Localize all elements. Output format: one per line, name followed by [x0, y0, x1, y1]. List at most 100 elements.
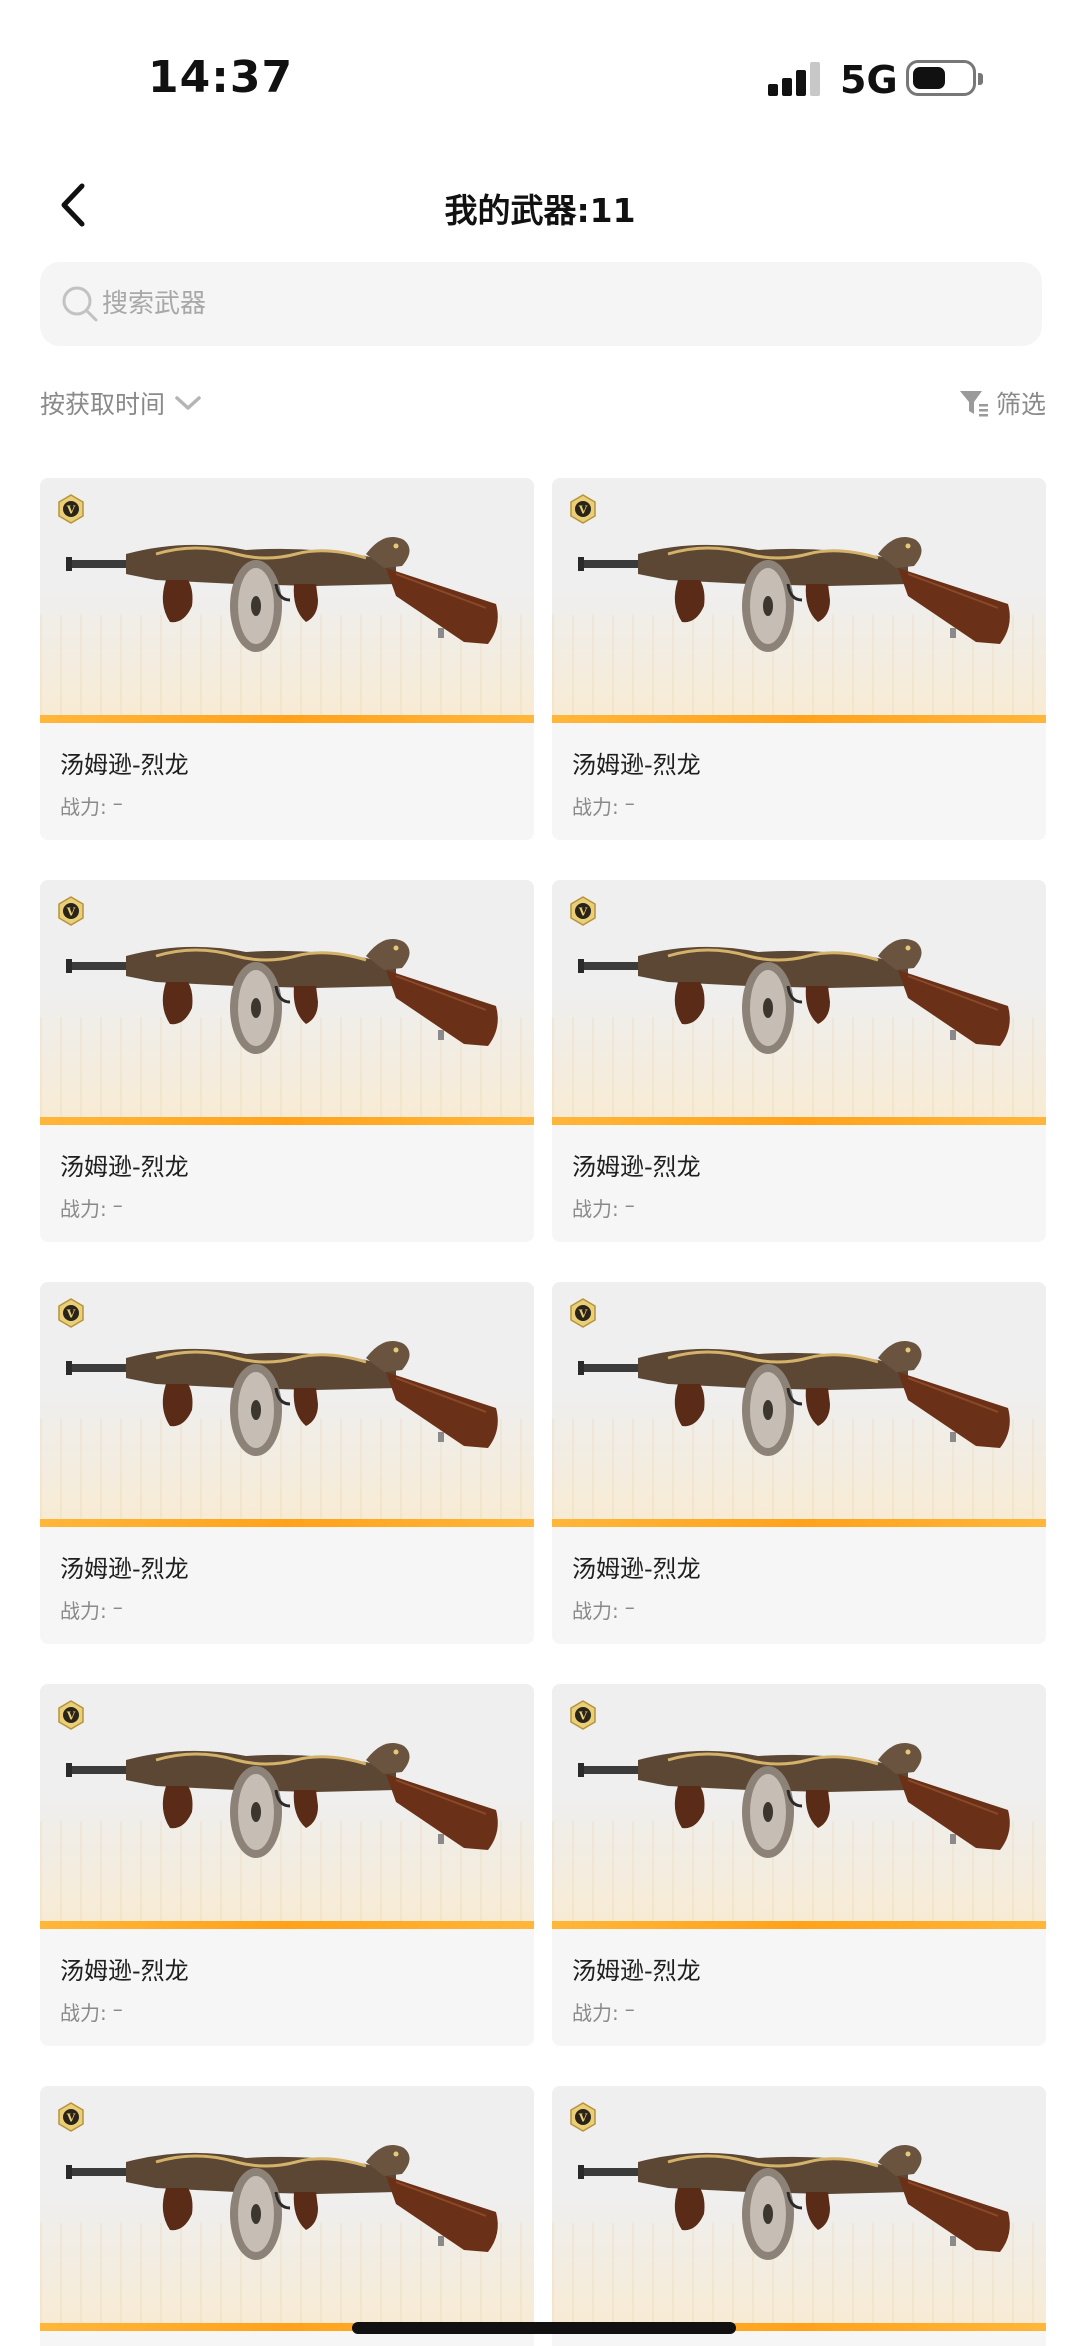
svg-text:V: V [66, 2112, 76, 2125]
power-label: 战力: [572, 2001, 619, 2025]
power-value: – [624, 791, 635, 815]
power-label: 战力: [60, 1599, 107, 1623]
svg-text:V: V [578, 504, 588, 517]
filter-label: 筛选 [995, 390, 1046, 419]
weapon-gun-image [578, 2145, 1010, 2260]
svg-text:V: V [578, 2112, 588, 2125]
weapon-gun-image [66, 2145, 498, 2260]
sort-button[interactable]: 按获取时间 [40, 383, 203, 423]
power-label: 战力: [60, 795, 107, 819]
weapon-card[interactable]: V [552, 880, 1046, 1242]
weapon-gun-image [66, 1341, 498, 1456]
page-title: 我的武器:11 [444, 191, 636, 230]
rarity-bar [552, 1921, 1046, 1929]
weapon-image: V [40, 1684, 534, 1929]
home-indicator [352, 2322, 736, 2334]
vip-badge-icon: V [570, 494, 596, 524]
weapon-card[interactable]: V [40, 478, 534, 840]
weapon-power: 战力: – [60, 1997, 123, 2026]
svg-text:V: V [578, 1308, 588, 1321]
vip-badge-icon: V [570, 2102, 596, 2132]
weapon-name: 汤姆逊-烈龙 [572, 1555, 701, 1583]
weapon-image: V [40, 880, 534, 1125]
power-label: 战力: [60, 2001, 107, 2025]
weapon-image: V [40, 2086, 534, 2331]
filter-button[interactable]: 筛选 [958, 383, 1046, 423]
svg-text:V: V [578, 1710, 588, 1723]
vip-badge-icon: V [58, 1298, 84, 1328]
weapon-card[interactable]: V [552, 478, 1046, 840]
weapon-gun-image [578, 939, 1010, 1054]
weapon-gun-image [66, 1743, 498, 1858]
status-bar: 14:37 5G [0, 0, 1080, 150]
weapon-power: 战力: – [60, 1595, 123, 1624]
weapon-power: 战力: – [60, 791, 123, 820]
vip-badge-icon: V [58, 2102, 84, 2132]
power-value: – [112, 1193, 123, 1217]
rarity-bar [40, 715, 534, 723]
chevron-down-icon [175, 396, 201, 410]
search-input[interactable] [102, 282, 1002, 326]
svg-text:V: V [66, 504, 76, 517]
weapon-card[interactable]: V [552, 2086, 1046, 2346]
power-label: 战力: [60, 1197, 107, 1221]
weapon-image: V [552, 880, 1046, 1125]
power-value: – [112, 791, 123, 815]
svg-text:V: V [66, 906, 76, 919]
weapon-grid: V 汤姆逊-烈龙 战力: – V 汤姆逊-烈龙 战力: – V 汤姆逊-烈龙 战… [40, 478, 1046, 2346]
weapon-card[interactable]: V [40, 1282, 534, 1644]
weapon-card[interactable]: V [552, 1282, 1046, 1644]
power-label: 战力: [572, 795, 619, 819]
battery-icon [906, 60, 983, 96]
rarity-bar [552, 715, 1046, 723]
weapon-image: V [552, 2086, 1046, 2331]
power-value: – [624, 1595, 635, 1619]
weapon-card[interactable]: V [40, 2086, 534, 2346]
weapon-power: 战力: – [572, 1193, 635, 1222]
weapon-power: 战力: – [572, 1997, 635, 2026]
weapon-gun-image [578, 537, 1010, 652]
weapon-gun-image [578, 1341, 1010, 1456]
weapon-image: V [40, 1282, 534, 1527]
rarity-bar [552, 1519, 1046, 1527]
weapon-card[interactable]: V [552, 1684, 1046, 2046]
weapon-gun-image [66, 939, 498, 1054]
vip-badge-icon: V [570, 1298, 596, 1328]
vip-badge-icon: V [570, 896, 596, 926]
search-icon [62, 286, 98, 322]
weapon-image: V [552, 1684, 1046, 1929]
svg-text:V: V [66, 1308, 76, 1321]
weapon-power: 战力: – [572, 1595, 635, 1624]
signal-icon [768, 62, 820, 96]
rarity-bar [40, 1921, 534, 1929]
weapon-image: V [552, 1282, 1046, 1527]
weapon-card[interactable]: V [40, 1684, 534, 2046]
weapon-name: 汤姆逊-烈龙 [60, 1957, 189, 1985]
weapon-gun-image [66, 537, 498, 652]
power-value: – [624, 1193, 635, 1217]
search-box[interactable] [40, 262, 1042, 346]
rarity-bar [552, 1117, 1046, 1125]
rarity-bar [40, 1519, 534, 1527]
rarity-bar [40, 1117, 534, 1125]
weapon-name: 汤姆逊-烈龙 [60, 1153, 189, 1181]
power-value: – [624, 1997, 635, 2021]
weapons-screen: 14:37 5G 我的武器:11 按获取时间 [0, 0, 1080, 2346]
power-label: 战力: [572, 1197, 619, 1221]
weapon-name: 汤姆逊-烈龙 [60, 1555, 189, 1583]
vip-badge-icon: V [58, 494, 84, 524]
power-label: 战力: [572, 1599, 619, 1623]
weapon-power: 战力: – [572, 791, 635, 820]
power-value: – [112, 1997, 123, 2021]
sort-label: 按获取时间 [40, 390, 166, 419]
vip-badge-icon: V [58, 1700, 84, 1730]
vip-badge-icon: V [570, 1700, 596, 1730]
filter-icon [959, 391, 988, 417]
weapon-name: 汤姆逊-烈龙 [60, 751, 189, 779]
status-time: 14:37 [148, 52, 294, 103]
weapon-name: 汤姆逊-烈龙 [572, 1153, 701, 1181]
weapon-image: V [552, 478, 1046, 723]
weapon-name: 汤姆逊-烈龙 [572, 1957, 701, 1985]
network-label: 5G [840, 58, 898, 102]
weapon-card[interactable]: V [40, 880, 534, 1242]
